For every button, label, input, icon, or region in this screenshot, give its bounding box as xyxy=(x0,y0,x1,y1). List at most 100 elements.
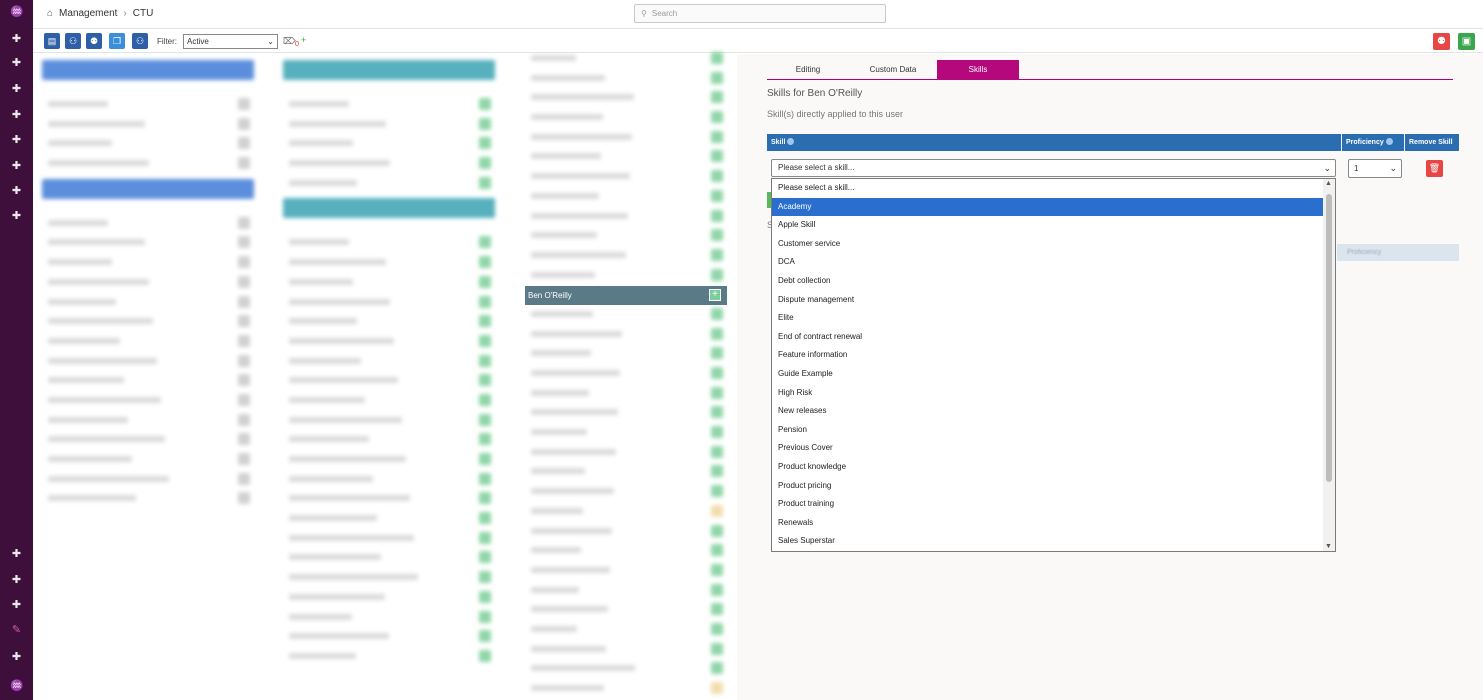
add-icon[interactable] xyxy=(711,662,723,675)
list-item[interactable] xyxy=(42,410,254,430)
list-item[interactable] xyxy=(283,469,495,489)
list-item[interactable] xyxy=(525,442,727,462)
add-icon[interactable] xyxy=(479,236,491,249)
list-item[interactable] xyxy=(42,252,254,272)
add-icon[interactable] xyxy=(711,52,723,64)
list-item[interactable] xyxy=(283,311,495,331)
list-item[interactable] xyxy=(525,166,727,186)
add-icon[interactable] xyxy=(711,130,723,143)
add-icon[interactable]: + xyxy=(709,289,721,301)
group-button[interactable]: ⚇ xyxy=(132,33,148,49)
tab-custom-data[interactable]: Custom Data xyxy=(849,60,937,80)
add-icon[interactable] xyxy=(238,315,250,328)
list-item[interactable] xyxy=(525,540,727,560)
add-icon[interactable] xyxy=(479,137,491,150)
list-item[interactable] xyxy=(283,133,495,153)
add-icon[interactable] xyxy=(711,386,723,399)
skill-option[interactable]: Product training xyxy=(772,495,1323,514)
list-item[interactable] xyxy=(283,626,495,646)
add-icon[interactable] xyxy=(238,295,250,308)
filter-select[interactable]: Active ⌄ xyxy=(183,34,278,49)
add-icon[interactable] xyxy=(711,445,723,458)
list-item[interactable] xyxy=(525,343,727,363)
proficiency-select[interactable]: 1 ⌄ xyxy=(1348,159,1402,178)
list-item[interactable] xyxy=(42,370,254,390)
skill-option[interactable]: Customer service xyxy=(772,235,1323,254)
app-logo-icon[interactable]: ♒ xyxy=(10,6,24,19)
list-item[interactable] xyxy=(42,213,254,233)
home-icon[interactable]: ⌂ xyxy=(47,8,53,19)
list-item[interactable] xyxy=(283,292,495,312)
add-icon[interactable] xyxy=(479,512,491,525)
list-item[interactable] xyxy=(42,351,254,371)
add-icon[interactable] xyxy=(479,630,491,643)
list-item[interactable] xyxy=(525,422,727,442)
nav-icon-7[interactable]: ✚ xyxy=(10,185,23,198)
tag-icon[interactable]: ⌦ xyxy=(283,36,296,47)
list-item[interactable] xyxy=(42,449,254,469)
scroll-down-icon[interactable]: ▼ xyxy=(1325,543,1332,550)
add-icon[interactable] xyxy=(711,150,723,163)
remove-user-button[interactable]: ⚉ xyxy=(1433,33,1450,50)
list-item[interactable] xyxy=(42,469,254,489)
nav-icon-12[interactable]: ✎ xyxy=(10,624,23,637)
list-item[interactable] xyxy=(42,114,254,134)
list-item[interactable] xyxy=(283,370,495,390)
list-item[interactable] xyxy=(283,429,495,449)
skill-option[interactable]: Debt collection xyxy=(772,272,1323,291)
selected-user-row[interactable]: Ben O'Reilly + xyxy=(525,286,727,305)
skill-option[interactable]: DCA xyxy=(772,253,1323,272)
add-icon[interactable] xyxy=(479,472,491,485)
list-item[interactable] xyxy=(283,449,495,469)
list-item[interactable] xyxy=(525,206,727,226)
list-item[interactable] xyxy=(525,68,727,88)
nav-icon-5[interactable]: ✚ xyxy=(10,134,23,147)
nav-icon-6[interactable]: ✚ xyxy=(10,160,23,173)
tab-editing[interactable]: Editing xyxy=(767,60,849,80)
list-item[interactable] xyxy=(42,153,254,173)
nav-icon-10[interactable]: ✚ xyxy=(10,574,23,587)
add-icon[interactable] xyxy=(711,327,723,340)
list-item[interactable] xyxy=(42,390,254,410)
add-icon[interactable] xyxy=(711,426,723,439)
breadcrumb-root[interactable]: Management xyxy=(59,8,117,19)
add-icon[interactable] xyxy=(711,347,723,360)
list-item[interactable] xyxy=(283,410,495,430)
list-item[interactable] xyxy=(525,225,727,245)
list-item[interactable] xyxy=(525,580,727,600)
list-item[interactable] xyxy=(283,607,495,627)
list-item[interactable] xyxy=(525,658,727,678)
nav-icon-13[interactable]: ✚ xyxy=(10,651,23,664)
add-icon[interactable] xyxy=(479,590,491,603)
list-item[interactable] xyxy=(283,351,495,371)
list-item[interactable] xyxy=(525,245,727,265)
new-document-button[interactable]: ▤ xyxy=(44,33,60,49)
list-item[interactable] xyxy=(525,521,727,541)
list-item[interactable] xyxy=(525,383,727,403)
add-icon[interactable] xyxy=(238,236,250,249)
add-user-button[interactable]: ⚉ xyxy=(86,33,102,49)
add-icon[interactable] xyxy=(479,610,491,623)
list-item[interactable] xyxy=(525,324,727,344)
list-item[interactable] xyxy=(283,232,495,252)
add-icon[interactable] xyxy=(238,472,250,485)
list-item[interactable] xyxy=(283,153,495,173)
add-icon[interactable] xyxy=(479,98,491,110)
list-item[interactable] xyxy=(42,488,254,508)
add-icon[interactable] xyxy=(479,157,491,170)
add-icon[interactable] xyxy=(479,315,491,328)
add-icon[interactable] xyxy=(711,603,723,616)
add-icon[interactable] xyxy=(238,492,250,505)
skill-dropdown-list[interactable]: Please select a skill... Academy Apple Ski… xyxy=(771,178,1336,552)
list-item[interactable] xyxy=(525,461,727,481)
list-item[interactable] xyxy=(525,599,727,619)
scroll-up-icon[interactable]: ▲ xyxy=(1325,180,1332,187)
add-icon[interactable] xyxy=(711,170,723,183)
list-item[interactable] xyxy=(525,48,727,68)
add-icon[interactable] xyxy=(238,374,250,387)
skill-option[interactable]: Feature information xyxy=(772,346,1323,365)
add-icon[interactable] xyxy=(479,334,491,347)
skill-option[interactable]: New releases xyxy=(772,402,1323,421)
save-button[interactable]: ▣ xyxy=(1458,33,1475,50)
add-icon[interactable] xyxy=(479,393,491,406)
